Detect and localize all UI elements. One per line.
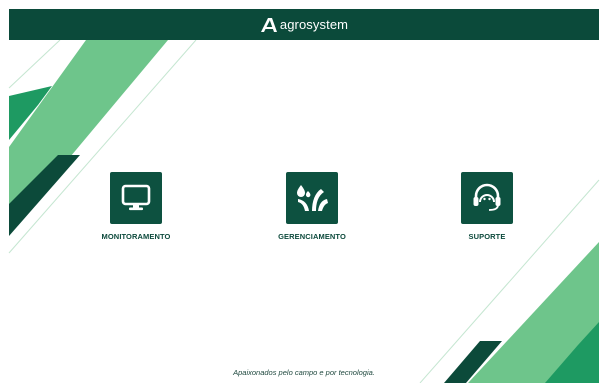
monitor-icon [121, 184, 151, 211]
plant-water-icon [297, 185, 328, 211]
menu-item-gerenciamento[interactable]: GERENCIAMENTO [262, 172, 362, 241]
menu-item-suporte[interactable]: SUPORTE [437, 172, 537, 241]
menu-item-label: MONITORAMENTO [101, 232, 171, 241]
menu-item-monitoramento[interactable]: MONITORAMENTO [86, 172, 186, 241]
brand-logo[interactable]: agrosystem [260, 17, 348, 33]
app-screen: agrosystem MONITORAMENTO GERENCIAMENTO S… [0, 0, 608, 383]
deco-line-top-left-2 [8, 39, 61, 89]
top-header-bar: agrosystem [9, 9, 599, 40]
menu-item-icon-box [461, 172, 513, 224]
agrosystem-logo-icon [260, 17, 277, 32]
menu-item-label: GERENCIAMENTO [278, 232, 346, 241]
menu-item-label: SUPORTE [468, 232, 506, 241]
headset-support-icon [473, 183, 501, 211]
menu-item-icon-box [286, 172, 338, 224]
brand-name: agrosystem [279, 17, 349, 32]
main-menu: MONITORAMENTO GERENCIAMENTO SUPORTE [0, 172, 608, 252]
menu-item-icon-box [110, 172, 162, 224]
footer-tagline: Apaixonados pelo campo e por tecnologia. [233, 368, 375, 377]
